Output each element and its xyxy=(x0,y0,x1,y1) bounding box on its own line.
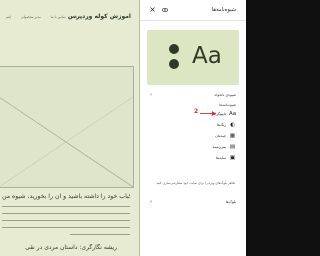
blocks-menu-item[interactable]: بلوک‌ها ‹ xyxy=(140,198,246,208)
site-navigation: ایتم مدیر محصولی تماس با ما درباره xyxy=(6,15,84,19)
nav-item[interactable]: مدیر محصولی xyxy=(21,15,41,19)
close-icon[interactable] xyxy=(150,7,155,12)
post-body-line xyxy=(2,220,130,222)
chevron-left-icon: ‹ xyxy=(150,199,152,205)
typography-sample: Aa xyxy=(192,43,222,69)
styles-sidebar-panel: شیوه‌نامه‌ها Aa شیوه‌ی دلخواه ‹ شیوه‌نام… xyxy=(140,0,246,256)
color-dot-icon xyxy=(169,59,179,69)
post-subtitle[interactable]: ریشه نگارگری: داستان مردی در نقی xyxy=(7,244,117,251)
variations-label: شیوه‌ی دلخواه xyxy=(214,93,236,97)
menu-item-label: رنگ‌ها xyxy=(217,123,226,127)
menu-item-shadows[interactable]: ▣ سایه‌ها xyxy=(140,154,246,165)
annotation-step-number: 2 xyxy=(194,108,199,115)
style-variations-button[interactable]: شیوه‌ی دلخواه ‹ xyxy=(140,91,246,101)
featured-image-placeholder[interactable] xyxy=(0,66,134,188)
image-placeholder-lines xyxy=(0,96,133,187)
annotation-arrow-icon xyxy=(200,111,216,116)
post-title[interactable]: چگونه کباب خود را داشته باشید و آن را بخ… xyxy=(2,193,130,200)
post-body-line xyxy=(2,227,130,229)
menu-item-layout[interactable]: ▦ چیدمان xyxy=(140,132,246,143)
chevron-left-icon: ‹ xyxy=(150,92,152,98)
menu-item-colors[interactable]: ◐ رنگ‌ها xyxy=(140,121,246,132)
menu-item-background[interactable]: ▤ پس‌زمینه xyxy=(140,143,246,154)
style-preview-card[interactable]: Aa xyxy=(147,30,239,85)
eye-icon[interactable] xyxy=(162,8,168,12)
layout-icon: ▦ xyxy=(229,133,236,139)
nav-item[interactable]: درباره xyxy=(75,15,84,19)
color-dot-icon xyxy=(169,44,179,54)
menu-item-label: چیدمان xyxy=(215,134,226,138)
menu-item-label: پس‌زمینه xyxy=(212,145,226,149)
panel-title: شیوه‌نامه‌ها xyxy=(211,7,236,13)
menu-heading: شیوه‌نامه‌ها xyxy=(219,103,236,107)
typography-icon: Aa xyxy=(229,111,237,117)
post-body-line xyxy=(2,213,130,215)
background-icon: ▤ xyxy=(229,144,236,150)
menu-item-typography[interactable]: Aa تایپوگرافی xyxy=(140,110,246,121)
blocks-label: بلوک‌ها xyxy=(225,200,236,204)
post-body-line xyxy=(70,234,130,236)
nav-item[interactable]: تماس با ما xyxy=(51,15,66,19)
panel-header: شیوه‌نامه‌ها xyxy=(140,0,246,21)
site-preview-canvas[interactable]: آموزش کوله وردپرس ایتم مدیر محصولی تماس … xyxy=(0,0,140,256)
blocks-description: ظاهر بلوک‌های ویژه را برای سایت خود سفار… xyxy=(156,181,236,185)
panel-scrollbar[interactable] xyxy=(246,0,256,256)
menu-item-label: سایه‌ها xyxy=(215,156,226,160)
nav-item[interactable]: ایتم xyxy=(6,15,11,19)
color-icon: ◐ xyxy=(230,122,235,128)
shadows-icon: ▣ xyxy=(229,155,236,161)
post-body-line xyxy=(2,206,130,208)
